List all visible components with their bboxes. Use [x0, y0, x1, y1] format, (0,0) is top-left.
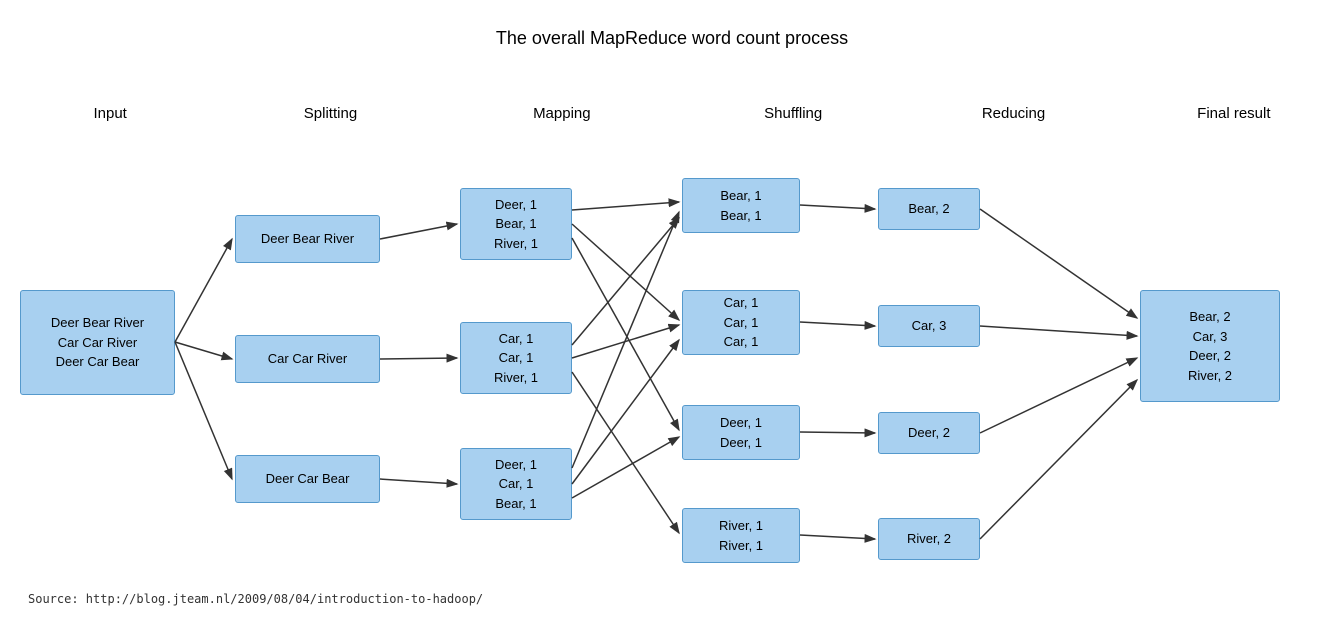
source-note: Source: http://blog.jteam.nl/2009/08/04/…: [28, 592, 483, 606]
shuf4-node: River, 1River, 1: [682, 508, 800, 563]
stage-label-final: Final result: [1124, 105, 1344, 122]
split1-node: Deer Bear River: [235, 215, 380, 263]
red2-node: Car, 3: [878, 305, 980, 347]
split2-node: Car Car River: [235, 335, 380, 383]
stage-label-input: Input: [0, 105, 220, 122]
page-title: The overall MapReduce word count process: [0, 0, 1344, 59]
map3-node: Deer, 1Car, 1Bear, 1: [460, 448, 572, 520]
shuf2-node: Car, 1Car, 1Car, 1: [682, 290, 800, 355]
red1-node: Bear, 2: [878, 188, 980, 230]
stage-label-reducing: Reducing: [903, 105, 1123, 122]
stage-label-shuffling: Shuffling: [683, 105, 903, 122]
shuf1-node: Bear, 1Bear, 1: [682, 178, 800, 233]
stage-label-splitting: Splitting: [220, 105, 440, 122]
stage-label-mapping: Mapping: [441, 105, 683, 122]
final-node: Bear, 2Car, 3Deer, 2River, 2: [1140, 290, 1280, 402]
red4-node: River, 2: [878, 518, 980, 560]
red3-node: Deer, 2: [878, 412, 980, 454]
map2-node: Car, 1Car, 1River, 1: [460, 322, 572, 394]
shuf3-node: Deer, 1Deer, 1: [682, 405, 800, 460]
input-node: Deer Bear RiverCar Car RiverDeer Car Bea…: [20, 290, 175, 395]
map1-node: Deer, 1Bear, 1River, 1: [460, 188, 572, 260]
split3-node: Deer Car Bear: [235, 455, 380, 503]
